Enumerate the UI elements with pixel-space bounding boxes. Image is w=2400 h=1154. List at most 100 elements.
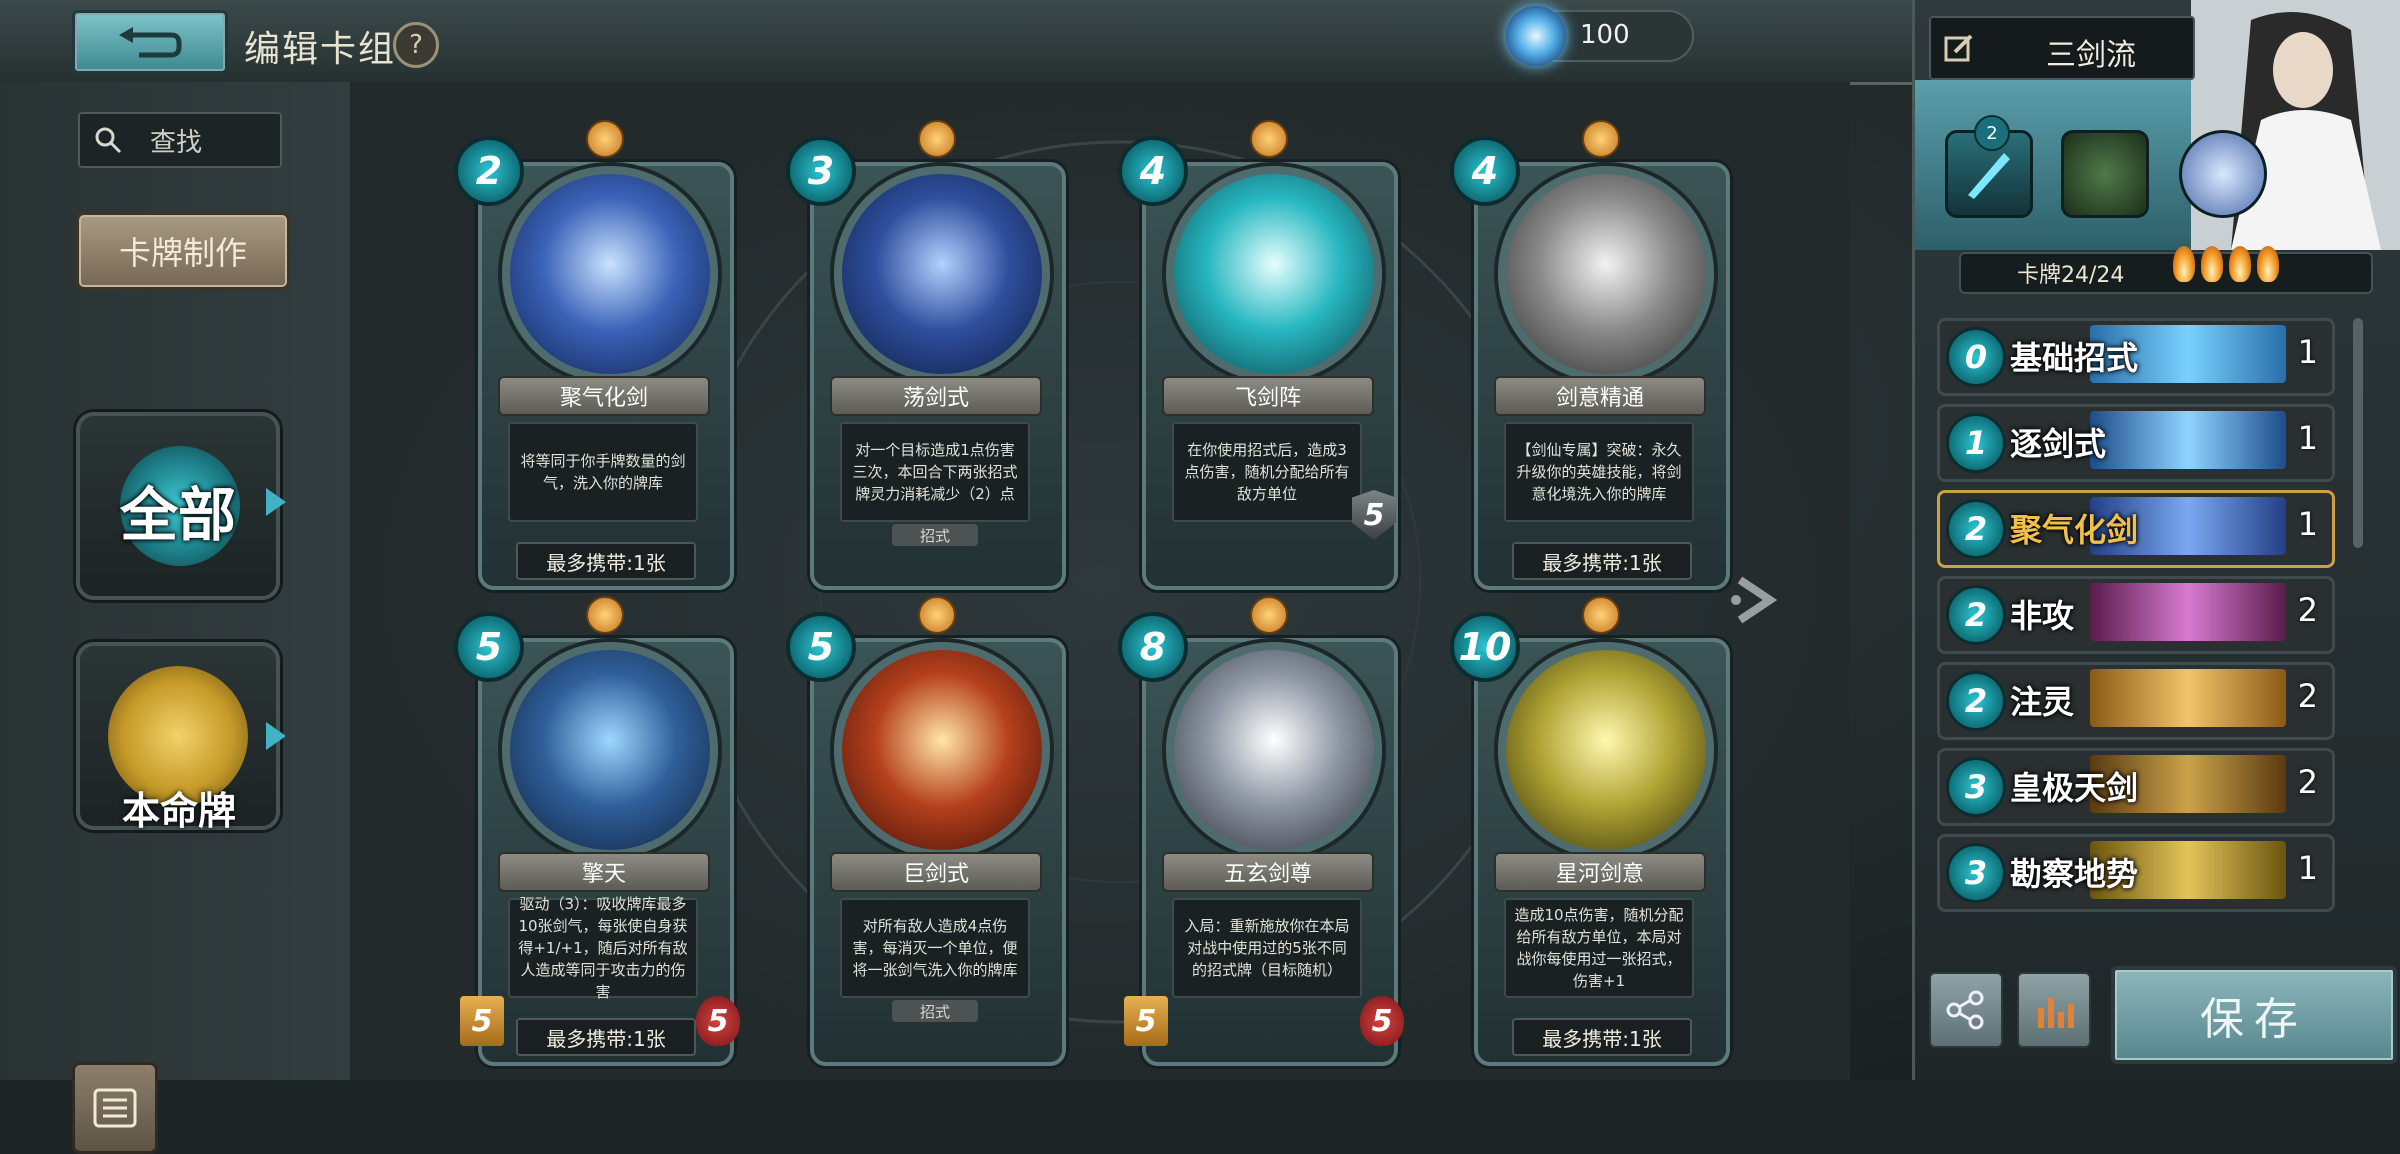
card-name: 飞剑阵: [1162, 376, 1374, 416]
filter-all-label: 全部: [119, 481, 236, 549]
deck-card-row[interactable]: 2 非攻 2: [1937, 576, 2335, 654]
deck-card-cost: 0: [1946, 327, 2006, 387]
deck-card-row[interactable]: 2 聚气化剑 1: [1937, 490, 2335, 568]
card-cost: 5: [454, 612, 524, 682]
crystal-icon: [1506, 6, 1566, 66]
stats-button[interactable]: [2017, 972, 2091, 1048]
back-button[interactable]: [72, 10, 228, 74]
card-description: 在你使用招式后，造成3点伤害，随机分配给所有敌方单位: [1172, 422, 1362, 522]
gourd-item-icon[interactable]: [2061, 130, 2149, 218]
card-count-bar: 卡牌24/24: [1959, 246, 2373, 294]
skill-card[interactable]: 3 荡剑式 对一个目标造成1点伤害三次，本回合下两张招式牌灵力消耗减少（2）点 …: [782, 120, 1082, 592]
deck-card-count: 1: [2297, 849, 2318, 887]
share-button[interactable]: [1929, 972, 2003, 1048]
deck-name-field[interactable]: 三剑流: [1929, 16, 2195, 80]
deck-card-cost: 3: [1946, 757, 2006, 817]
flame-icon: [2257, 246, 2279, 282]
deck-panel: 三剑流 2 卡牌24/24 0 基础招式 1 1 逐剑式 1 2 聚气化剑 1 …: [1912, 0, 2400, 1080]
card-name: 五玄剑尊: [1162, 852, 1374, 892]
deck-card-name: 逐剑式: [2010, 425, 2107, 463]
heart-icon: [1250, 120, 1288, 158]
deck-card-row[interactable]: 3 皇极天剑 2: [1937, 748, 2335, 826]
deck-card-cost: 2: [1946, 671, 2006, 731]
deck-card-cost: 3: [1946, 843, 2006, 903]
left-panel: 查找 卡牌制作 全部 本命牌: [0, 82, 350, 1154]
card-description: 将等同于你手牌数量的剑气，洗入你的牌库: [508, 422, 698, 522]
deck-card-row[interactable]: 1 逐剑式 1: [1937, 404, 2335, 482]
deck-card-row[interactable]: 0 基础招式 1: [1937, 318, 2335, 396]
skill-card[interactable]: 5 巨剑式 对所有敌人造成4点伤害，每消灭一个单位，便将一张剑气洗入你的牌库 招…: [782, 596, 1082, 1068]
card-name: 星河剑意: [1494, 852, 1706, 892]
card-art: [834, 166, 1050, 382]
heart-icon: [918, 120, 956, 158]
share-icon: [1946, 990, 1984, 1030]
skill-card[interactable]: 4 飞剑阵 在你使用招式后，造成3点伤害，随机分配给所有敌方单位 5: [1114, 120, 1414, 592]
list-menu-button[interactable]: [72, 1062, 158, 1154]
heart-icon: [1582, 596, 1620, 634]
card-name: 聚气化剑: [498, 376, 710, 416]
attack-badge: 5: [460, 996, 504, 1046]
deck-card-cost: 2: [1946, 499, 2006, 559]
skill-card[interactable]: 8 五玄剑尊 入局：重新施放你在本局对战中使用过的5张不同的招式牌（目标随机） …: [1114, 596, 1414, 1068]
deck-card-art: [2090, 669, 2286, 727]
help-icon[interactable]: ?: [393, 22, 439, 68]
card-cost: 4: [1118, 136, 1188, 206]
currency-display: 100: [1506, 6, 1694, 66]
deck-card-name: 非攻: [2010, 597, 2075, 635]
deck-list-scrollbar[interactable]: [2353, 318, 2363, 548]
deck-card-row[interactable]: 2 注灵 2: [1937, 662, 2335, 740]
lightning-skill-icon[interactable]: [2179, 130, 2267, 218]
card-art: [502, 642, 718, 858]
attack-badge: 5: [1124, 996, 1168, 1046]
deck-card-count: 2: [2297, 677, 2318, 715]
search-label: 查找: [150, 127, 203, 158]
card-cost: 3: [786, 136, 856, 206]
deck-card-count: 1: [2297, 419, 2318, 457]
deck-card-count: 2: [2297, 591, 2318, 629]
skill-card[interactable]: 5 擎天 驱动（3）：吸收牌库最多10张剑气，每张使自身获得+1/+1，随后对所…: [450, 596, 750, 1068]
card-cost: 4: [1450, 136, 1520, 206]
top-bar: 编辑卡组 ? 100: [0, 0, 1912, 85]
card-name: 剑意精通: [1494, 376, 1706, 416]
deck-card-art: [2090, 583, 2286, 641]
card-limit: 最多携带:1张: [1512, 1018, 1692, 1056]
deck-card-art: [2090, 411, 2286, 469]
deck-card-count: 1: [2297, 505, 2318, 543]
deck-name: 三剑流: [2046, 38, 2136, 73]
card-cost: 2: [454, 136, 524, 206]
flame-icon: [2173, 246, 2195, 282]
card-art: [502, 166, 718, 382]
search-button[interactable]: 查找: [78, 112, 282, 168]
card-description: 对一个目标造成1点伤害三次，本回合下两张招式牌灵力消耗减少（2）点: [840, 422, 1030, 522]
heart-icon: [1582, 120, 1620, 158]
deck-card-name: 注灵: [2010, 683, 2075, 721]
heart-icon: [586, 596, 624, 634]
card-craft-button[interactable]: 卡牌制作: [76, 212, 290, 290]
filter-fate-button[interactable]: 本命牌: [76, 642, 280, 833]
deck-card-row[interactable]: 3 勘察地势 1: [1937, 834, 2335, 912]
save-button[interactable]: 保存: [2111, 966, 2397, 1064]
heart-icon: [918, 596, 956, 634]
filter-all-arrow-icon: [266, 488, 286, 516]
skill-card[interactable]: 4 剑意精通 【剑仙专属】突破：永久升级你的英雄技能，将剑意化境洗入你的牌库 最…: [1446, 120, 1746, 592]
heart-icon: [586, 120, 624, 158]
card-art: [1166, 166, 1382, 382]
hero-sword-skill-icon[interactable]: 2: [1945, 115, 2033, 218]
flame-icon: [2229, 246, 2251, 282]
filter-fate-label: 本命牌: [121, 789, 236, 833]
next-page-arrow-icon[interactable]: [1730, 570, 1790, 630]
filter-fate-arrow-icon: [266, 722, 286, 750]
card-description: 驱动（3）：吸收牌库最多10张剑气，每张使自身获得+1/+1，随后对所有敌人造成…: [508, 895, 698, 1001]
card-name: 擎天: [498, 852, 710, 892]
hero-sword-count: 2: [1974, 115, 2010, 151]
card-description: 【剑仙专属】突破：永久升级你的英雄技能，将剑意化境洗入你的牌库: [1504, 422, 1694, 522]
skill-card[interactable]: 10 星河剑意 造成10点伤害，随机分配给所有敌方单位，本局对战你每使用过一张招…: [1446, 596, 1746, 1068]
filter-all-button[interactable]: 全部: [76, 412, 280, 600]
card-description: 对所有敌人造成4点伤害，每消灭一个单位，便将一张剑气洗入你的牌库: [840, 898, 1030, 998]
card-art: [1498, 642, 1714, 858]
card-description: 入局：重新施放你在本局对战中使用过的5张不同的招式牌（目标随机）: [1172, 898, 1362, 998]
card-description: 造成10点伤害，随机分配给所有敌方单位，本局对战你每使用过一张招式，伤害+1: [1504, 898, 1694, 998]
card-art: [1166, 642, 1382, 858]
card-art: [834, 642, 1050, 858]
skill-card[interactable]: 2 聚气化剑 将等同于你手牌数量的剑气，洗入你的牌库 最多携带:1张: [450, 120, 750, 592]
